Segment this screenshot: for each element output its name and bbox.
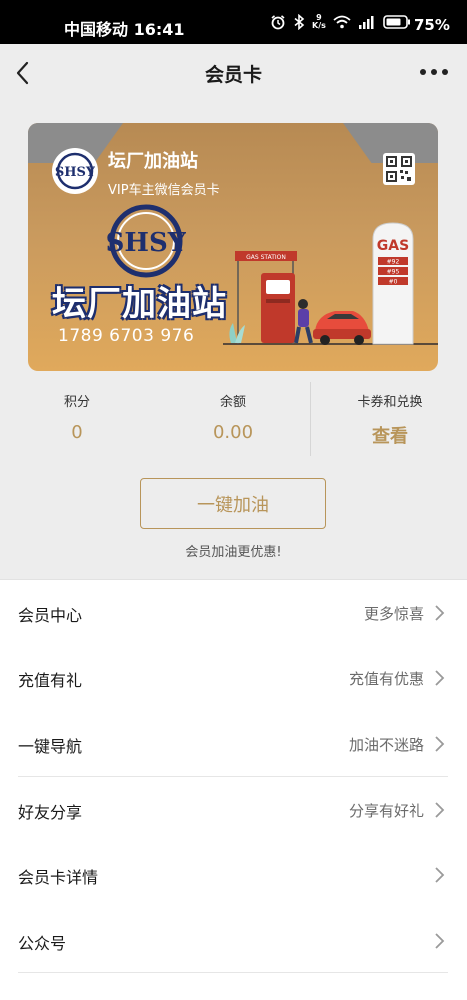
menu-item-recharge[interactable]: 充值有礼 充值有优惠 bbox=[0, 645, 467, 710]
membership-card[interactable]: SHSY 坛厂加油站 VIP车主微信会员卡 SHSY 坛厂加油站 1789 67… bbox=[28, 123, 438, 371]
svg-text:SHSY: SHSY bbox=[55, 165, 95, 180]
chevron-right-icon bbox=[435, 670, 445, 686]
svg-text:GAS STATION: GAS STATION bbox=[246, 254, 286, 261]
pump-price-label: #92 bbox=[387, 259, 400, 266]
gas-station-illustration: GAS STATION GAS #92 #95 #0 bbox=[223, 222, 438, 345]
balance-value: 0.00 bbox=[212, 422, 254, 443]
menu-item-official-account[interactable]: 公众号 bbox=[0, 908, 467, 973]
svg-text:SHSY: SHSY bbox=[106, 228, 186, 258]
card-big-station-name: 坛厂加油站 bbox=[52, 284, 227, 324]
signal-icon bbox=[358, 16, 374, 29]
station-logo: SHSY bbox=[52, 148, 98, 194]
menu-item-label: 好友分享 bbox=[18, 803, 83, 822]
menu-item-label: 充值有礼 bbox=[18, 671, 83, 690]
alarm-icon bbox=[271, 15, 285, 30]
stats-divider bbox=[310, 382, 311, 456]
member-stats: 积分 0 余额 0.00 卡券和兑换 查看 bbox=[0, 378, 467, 458]
wifi-icon bbox=[333, 15, 351, 29]
chevron-right-icon bbox=[435, 933, 445, 949]
menu-divider bbox=[18, 972, 448, 973]
coupon-label: 卡券和兑换 bbox=[357, 395, 423, 410]
status-bar: 中国移动 16:41 9 K/s 75% bbox=[0, 0, 467, 44]
card-station-name: 坛厂加油站 bbox=[108, 151, 198, 172]
menu-item-hint: 充值有优惠 bbox=[348, 670, 424, 688]
menu-item-card-details[interactable]: 会员卡详情 bbox=[0, 842, 467, 907]
points-label: 积分 bbox=[63, 395, 90, 410]
menu-item-share[interactable]: 好友分享 分享有好礼 bbox=[0, 777, 467, 842]
svg-text:GAS: GAS bbox=[377, 238, 409, 254]
menu-item-label: 公众号 bbox=[18, 934, 67, 953]
qr-code-icon[interactable] bbox=[383, 153, 415, 185]
card-number: 1789 6703 976 bbox=[58, 326, 195, 346]
menu-item-hint: 加油不迷路 bbox=[348, 736, 424, 754]
menu-item-hint: 更多惊喜 bbox=[363, 605, 424, 623]
net-speed: 9 K/s bbox=[312, 13, 326, 30]
pump-price-label: #0 bbox=[389, 279, 398, 286]
battery-percent: 75% bbox=[414, 16, 450, 34]
bluetooth-icon bbox=[294, 14, 305, 30]
balance-stat[interactable]: 余额 0.00 bbox=[183, 378, 283, 443]
menu-item-label: 会员卡详情 bbox=[18, 868, 99, 887]
menu-item-hint: 分享有好礼 bbox=[348, 802, 424, 820]
status-icons: 9 K/s bbox=[270, 14, 411, 30]
points-stat[interactable]: 积分 0 bbox=[27, 378, 127, 443]
more-dots-icon[interactable] bbox=[418, 64, 450, 80]
battery-icon bbox=[383, 15, 410, 29]
nav-bar: 会员卡 bbox=[0, 44, 467, 102]
coupon-view-link[interactable]: 查看 bbox=[340, 422, 440, 448]
chevron-right-icon bbox=[435, 867, 445, 883]
menu-item-member-center[interactable]: 会员中心 更多惊喜 bbox=[0, 580, 467, 645]
one-tap-refuel-button[interactable]: 一键加油 bbox=[140, 478, 326, 529]
coupon-stat[interactable]: 卡券和兑换 查看 bbox=[340, 378, 440, 448]
shsy-logo-icon: SHSY bbox=[55, 152, 95, 190]
shsy-big-logo-icon: SHSY bbox=[106, 204, 186, 278]
menu-item-navigation[interactable]: 一键导航 加油不迷路 bbox=[0, 711, 467, 776]
chevron-right-icon bbox=[435, 605, 445, 621]
chevron-right-icon bbox=[435, 802, 445, 818]
chevron-right-icon bbox=[435, 736, 445, 752]
points-value: 0 bbox=[71, 422, 83, 443]
menu-item-label: 会员中心 bbox=[18, 606, 83, 625]
balance-label: 余额 bbox=[219, 395, 246, 410]
pump-price-label: #95 bbox=[387, 269, 400, 276]
menu-item-label: 一键导航 bbox=[18, 737, 83, 756]
carrier-time: 中国移动 16:41 bbox=[64, 20, 185, 39]
page-title: 会员卡 bbox=[204, 64, 262, 86]
card-subtitle: VIP车主微信会员卡 bbox=[108, 183, 220, 198]
member-menu: 会员中心 更多惊喜 充值有礼 充值有优惠 一键导航 加油不迷路 好友分享 分享有… bbox=[0, 579, 467, 1000]
refuel-tip: 会员加油更优惠! bbox=[185, 545, 282, 560]
